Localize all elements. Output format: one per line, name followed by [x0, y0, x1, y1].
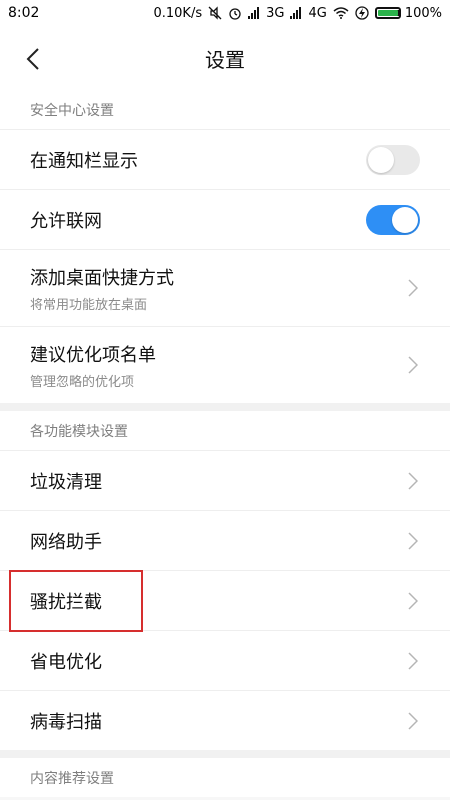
signal-icon-2: [290, 7, 302, 19]
chevron-right-icon: [406, 279, 420, 297]
chevron-right-icon: [406, 531, 420, 550]
setting-optimize-list[interactable]: 建议优化项名单 管理忽略的优化项: [0, 326, 450, 403]
module-item-network-assistant[interactable]: 网络助手: [0, 510, 450, 570]
section-header-modules: 各功能模块设置: [0, 411, 450, 450]
nav-bar: 设置: [0, 26, 450, 90]
status-time: 8:02: [8, 5, 40, 21]
network-3g: 3G: [266, 5, 285, 21]
notify-bar-toggle[interactable]: [366, 144, 420, 175]
chevron-right-icon: [406, 651, 420, 670]
charging-icon: [355, 6, 369, 20]
module-item-label: 省电优化: [30, 651, 102, 673]
status-bar: 8:02 0.10K/s 3G 4G 100%: [0, 0, 450, 26]
toggle-knob: [392, 206, 418, 233]
wifi-icon: [333, 7, 349, 19]
module-item-harassment-block[interactable]: 骚扰拦截: [0, 570, 450, 630]
chevron-right-icon: [406, 471, 420, 490]
module-item-power-saving[interactable]: 省电优化: [0, 630, 450, 690]
battery-icon: [374, 7, 401, 19]
setting-shortcut-subtitle: 将常用功能放在桌面: [30, 297, 148, 313]
setting-optimize-list-subtitle: 管理忽略的优化项: [30, 374, 135, 390]
toggle-knob: [368, 146, 394, 173]
module-item-label: 网络助手: [30, 531, 102, 553]
module-item-virus-scan[interactable]: 病毒扫描: [0, 690, 450, 750]
signal-icon: [248, 7, 260, 19]
module-item-junk-clean[interactable]: 垃圾清理: [0, 450, 450, 510]
section-header-content: 内容推荐设置: [0, 758, 450, 797]
chevron-right-icon: [406, 356, 420, 374]
setting-shortcut-label: 添加桌面快捷方式: [30, 267, 174, 289]
status-icons: 0.10K/s 3G 4G 100%: [153, 6, 442, 21]
section-divider: [0, 750, 450, 758]
section-divider: [0, 403, 450, 411]
setting-allow-network-label: 允许联网: [30, 210, 102, 232]
module-item-label: 病毒扫描: [30, 711, 102, 733]
setting-optimize-list-label: 建议优化项名单: [30, 344, 156, 366]
battery-percent: 100%: [404, 5, 442, 21]
setting-allow-network: 允许联网: [0, 189, 450, 249]
setting-shortcut[interactable]: 添加桌面快捷方式 将常用功能放在桌面: [0, 249, 450, 326]
setting-notify-bar-label: 在通知栏显示: [30, 150, 138, 172]
alarm-icon: [228, 6, 242, 20]
page-title: 设置: [205, 47, 245, 72]
chevron-right-icon: [406, 711, 420, 730]
net-speed: 0.10K/s: [153, 5, 203, 21]
setting-notify-bar: 在通知栏显示: [0, 129, 450, 189]
module-item-label: 垃圾清理: [30, 471, 102, 493]
mute-icon: [208, 6, 222, 20]
back-arrow-icon: [26, 48, 39, 70]
chevron-right-icon: [406, 591, 420, 610]
section-header-security: 安全中心设置: [0, 90, 450, 129]
module-item-label: 骚扰拦截: [30, 591, 102, 613]
network-4g: 4G: [308, 5, 327, 21]
allow-network-toggle[interactable]: [366, 204, 420, 235]
back-button[interactable]: [18, 44, 48, 74]
